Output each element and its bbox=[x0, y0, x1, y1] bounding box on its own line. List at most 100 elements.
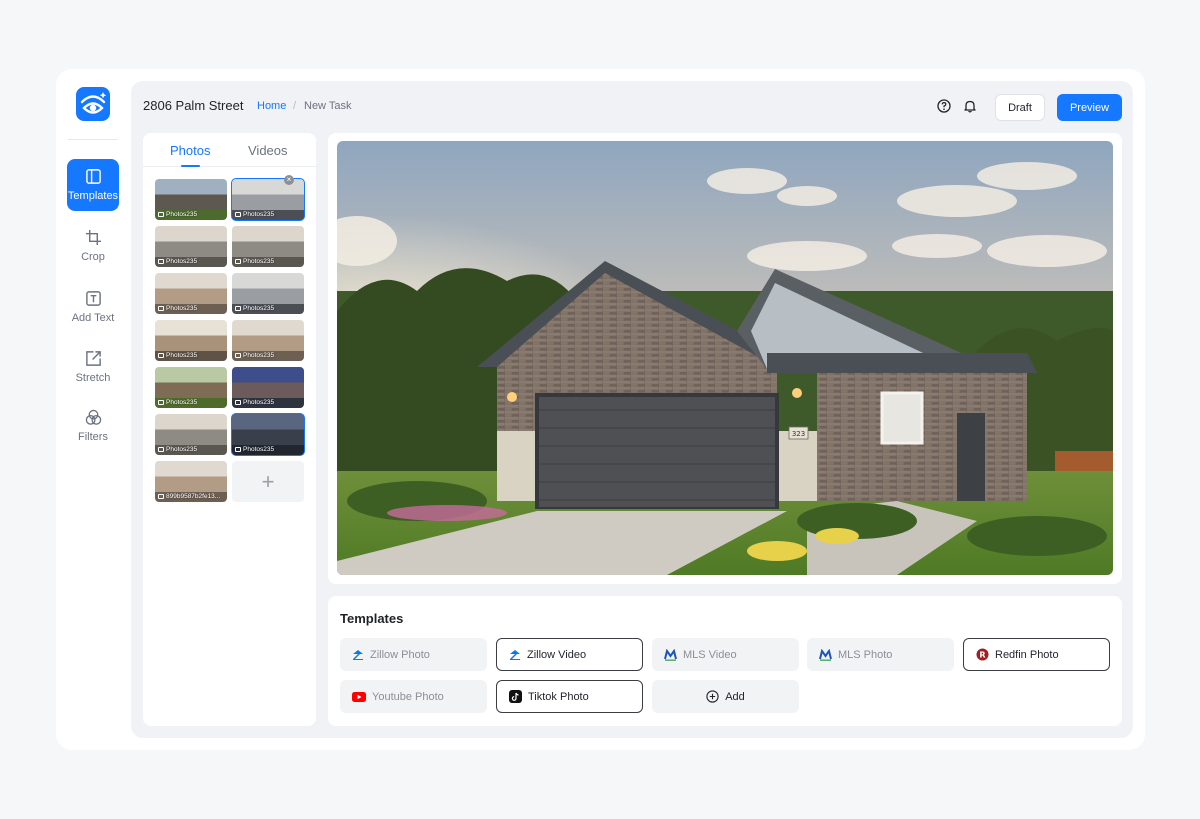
crop-tool-label: Crop bbox=[81, 251, 105, 263]
mls-icon bbox=[664, 648, 677, 661]
youtube-icon bbox=[352, 691, 366, 702]
filters-icon bbox=[85, 409, 101, 425]
bell-icon[interactable] bbox=[963, 99, 977, 113]
breadcrumb-home[interactable]: Home bbox=[257, 100, 286, 112]
template-label: Redfin Photo bbox=[995, 648, 1059, 661]
image-icon bbox=[158, 306, 164, 311]
thumbnail-caption: 899b9587b2fe13... bbox=[158, 493, 225, 500]
template-redfin-photo[interactable]: R Redfin Photo bbox=[963, 638, 1110, 671]
add-media-button[interactable]: + bbox=[232, 461, 304, 502]
image-icon bbox=[235, 212, 241, 217]
template-zillow-photo[interactable]: Zillow Photo bbox=[340, 638, 487, 671]
plus-circle-icon bbox=[706, 690, 719, 703]
add-text-icon bbox=[85, 291, 101, 306]
remove-thumbnail-icon[interactable]: × bbox=[284, 175, 294, 185]
template-label: Youtube Photo bbox=[372, 690, 444, 703]
thumbnail-caption: Photos235 bbox=[158, 399, 225, 406]
image-icon bbox=[235, 353, 241, 358]
tab-photos[interactable]: Photos bbox=[170, 143, 210, 158]
image-icon bbox=[158, 353, 164, 358]
draft-button[interactable]: Draft bbox=[995, 94, 1045, 121]
template-label: Zillow Video bbox=[527, 648, 587, 661]
media-thumbnail[interactable]: Photos235 bbox=[155, 320, 227, 361]
filters-tool[interactable]: Filters bbox=[67, 400, 119, 452]
templates-heading: Templates bbox=[340, 611, 404, 626]
media-thumbnail[interactable]: Photos235 bbox=[232, 273, 304, 314]
thumbnail-caption: Photos235 bbox=[235, 399, 302, 406]
thumbnail-caption: Photos235 bbox=[235, 352, 302, 359]
image-icon bbox=[235, 400, 241, 405]
active-tab-indicator bbox=[181, 165, 200, 167]
svg-text:R: R bbox=[979, 651, 985, 660]
add-template-label: Add bbox=[725, 690, 745, 703]
house-photo: 323 bbox=[337, 141, 1113, 575]
thumbnail-caption: Photos235 bbox=[158, 258, 225, 265]
template-youtube-photo[interactable]: Youtube Photo bbox=[340, 680, 487, 713]
thumbnail-caption: Photos235 bbox=[235, 258, 302, 265]
tiktok-icon bbox=[509, 690, 522, 703]
template-tiktok-photo[interactable]: Tiktok Photo bbox=[496, 680, 643, 713]
thumbnail-caption: Photos235 bbox=[158, 352, 225, 359]
template-zillow-video[interactable]: Zillow Video bbox=[496, 638, 643, 671]
add-text-tool-label: Add Text bbox=[71, 312, 115, 324]
media-thumbnail[interactable]: 899b9587b2fe13... bbox=[155, 461, 227, 502]
media-thumbnail[interactable]: Photos235 bbox=[155, 273, 227, 314]
zillow-icon bbox=[353, 649, 363, 660]
image-icon bbox=[158, 259, 164, 264]
redfin-icon: R bbox=[976, 648, 989, 661]
templates-tool[interactable]: Templates bbox=[67, 159, 119, 211]
templates-panel: Templates Zillow Photo Zillow Video MLS … bbox=[328, 596, 1122, 726]
tab-videos[interactable]: Videos bbox=[248, 143, 288, 158]
media-thumbnail[interactable]: Photos235 bbox=[232, 320, 304, 361]
image-icon bbox=[158, 400, 164, 405]
thumbnail-caption: Photos235 bbox=[158, 446, 225, 453]
breadcrumb-current: New Task bbox=[304, 100, 352, 112]
crop-tool[interactable]: Crop bbox=[67, 220, 119, 272]
stretch-icon bbox=[85, 351, 101, 366]
app-window: Templates Crop Add Text Stretch Filters … bbox=[56, 69, 1145, 750]
image-icon bbox=[235, 259, 241, 264]
media-thumbnail[interactable]: Photos235 bbox=[155, 414, 227, 455]
template-label: MLS Video bbox=[683, 648, 737, 661]
media-thumbnail[interactable]: Photos235 bbox=[231, 178, 305, 221]
templates-icon bbox=[85, 169, 101, 184]
template-label: Zillow Photo bbox=[370, 648, 430, 661]
media-thumbnail[interactable]: Photos235 bbox=[232, 226, 304, 267]
preview-panel: 323 bbox=[328, 133, 1122, 584]
mls-icon bbox=[819, 648, 832, 661]
media-thumbnail[interactable]: Photos235 bbox=[232, 367, 304, 408]
workspace: 2806 Palm Street Home / New Task Draft P… bbox=[131, 81, 1133, 738]
media-thumbnail[interactable]: Photos235 bbox=[155, 367, 227, 408]
media-thumbnail[interactable]: Photos235 bbox=[231, 413, 305, 456]
image-icon bbox=[235, 306, 241, 311]
media-thumbnail[interactable]: Photos235 bbox=[155, 179, 227, 220]
stretch-tool-label: Stretch bbox=[75, 372, 111, 384]
help-icon[interactable] bbox=[937, 99, 951, 113]
image-icon bbox=[158, 447, 164, 452]
thumbnail-caption: Photos235 bbox=[158, 211, 225, 218]
stretch-tool[interactable]: Stretch bbox=[67, 341, 119, 393]
media-thumbnail[interactable]: Photos235 bbox=[155, 226, 227, 267]
thumbnail-caption: Photos235 bbox=[235, 211, 302, 218]
tool-rail: Templates Crop Add Text Stretch Filters bbox=[56, 69, 131, 750]
zillow-icon bbox=[510, 649, 520, 660]
thumbnail-caption: Photos235 bbox=[235, 446, 302, 453]
template-label: Tiktok Photo bbox=[528, 690, 589, 703]
filters-tool-label: Filters bbox=[78, 431, 108, 443]
breadcrumb-separator: / bbox=[293, 100, 297, 112]
image-icon bbox=[158, 212, 164, 217]
template-mls-video[interactable]: MLS Video bbox=[652, 638, 799, 671]
page-title: 2806 Palm Street bbox=[143, 98, 244, 113]
add-template-button[interactable]: Add bbox=[652, 680, 799, 713]
preview-button[interactable]: Preview bbox=[1057, 94, 1122, 121]
thumbnail-caption: Photos235 bbox=[235, 305, 302, 312]
media-panel: Photos Videos Photos235 Photos235 Photos23… bbox=[143, 133, 316, 726]
house-number: 323 bbox=[792, 430, 805, 438]
template-mls-photo[interactable]: MLS Photo bbox=[807, 638, 954, 671]
image-icon bbox=[158, 494, 164, 499]
top-bar: 2806 Palm Street Home / New Task Draft P… bbox=[131, 81, 1133, 133]
thumbnail-caption: Photos235 bbox=[158, 305, 225, 312]
add-text-tool[interactable]: Add Text bbox=[67, 281, 119, 333]
app-logo[interactable] bbox=[76, 87, 110, 121]
image-icon bbox=[235, 447, 241, 452]
